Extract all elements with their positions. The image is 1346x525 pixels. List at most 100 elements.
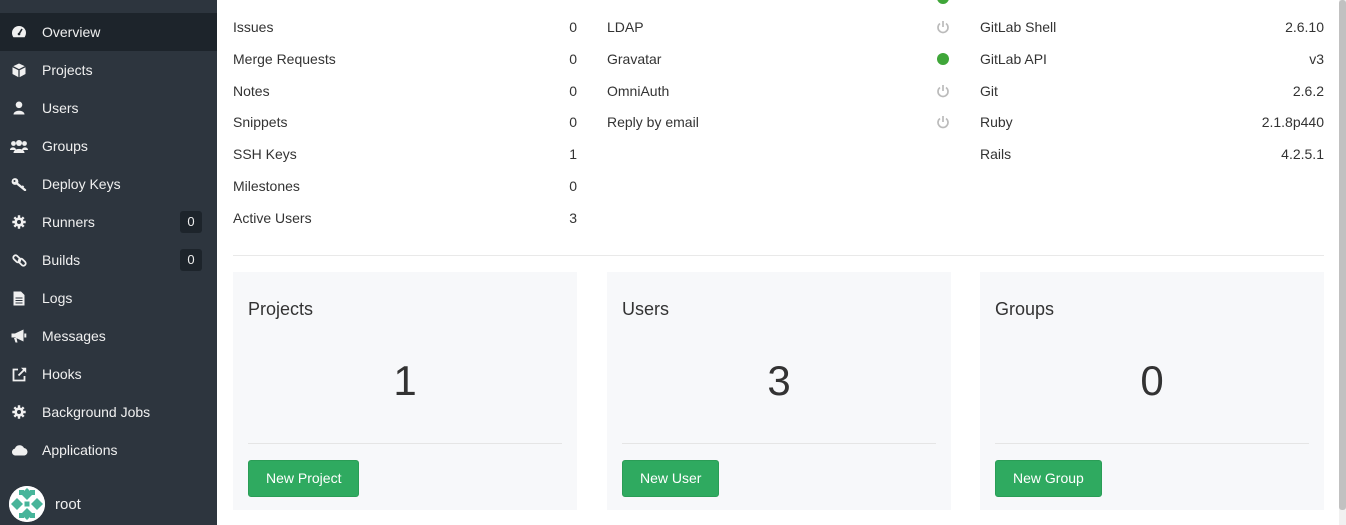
component-version: 2.6.2 [1292, 83, 1324, 99]
groups-count: 0 [1140, 357, 1164, 404]
users-icon [10, 138, 28, 154]
component-label: GitLab Shell [980, 19, 1057, 35]
new-project-button[interactable]: New Project [248, 460, 360, 497]
avatar [9, 486, 45, 522]
stat-row: Snippets 0 [233, 112, 577, 132]
link-icon [10, 252, 28, 268]
component-version: 2.6.10 [1285, 19, 1324, 35]
user-menu[interactable]: root [9, 486, 81, 522]
sidebar-item-logs[interactable]: Logs [0, 279, 217, 317]
vertical-scrollbar[interactable] [1339, 0, 1346, 525]
sidebar-item-hooks[interactable]: Hooks [0, 355, 217, 393]
sidebar-item-users[interactable]: Users [0, 89, 217, 127]
stat-row: Merge Requests 0 [233, 49, 577, 69]
component-label: Rails [980, 146, 1012, 162]
panel-title: Users [622, 299, 670, 319]
sidebar-item-messages[interactable]: Messages [0, 317, 217, 355]
component-row: GitLab API v3 [980, 49, 1324, 69]
component-row: Git 2.6.2 [980, 81, 1324, 101]
component-version: v3 [1309, 51, 1324, 67]
sidebar-item-groups[interactable]: Groups [0, 127, 217, 165]
sidebar-item-builds[interactable]: Builds 0 [0, 241, 217, 279]
main-content: Issues 0 Merge Requests 0 Notes 0 Snippets 0… [217, 0, 1339, 525]
feature-row: Gravatar [607, 49, 950, 69]
stat-label: Milestones [233, 178, 300, 194]
component-label: Ruby [980, 114, 1013, 130]
feature-row: OmniAuth [607, 81, 950, 101]
key-icon [10, 176, 28, 192]
users-panel: Users 3 New User [607, 272, 951, 510]
cog-icon [10, 404, 28, 420]
section-divider [233, 255, 1324, 256]
bullhorn-icon [10, 328, 28, 344]
sidebar-item-label: Background Jobs [42, 404, 151, 420]
feature-label: LDAP [607, 19, 644, 35]
sidebar-item-overview[interactable]: Overview [0, 13, 217, 51]
sidebar-item-label: Users [42, 100, 79, 116]
component-row: Ruby 2.1.8p440 [980, 112, 1324, 132]
power-off-icon [937, 116, 949, 129]
user-name: root [55, 495, 81, 513]
status-on-icon [937, 0, 949, 4]
builds-count-badge: 0 [180, 249, 202, 271]
stat-value: 0 [569, 114, 577, 130]
power-off-icon [937, 21, 949, 34]
new-group-button[interactable]: New Group [995, 460, 1102, 497]
status-on-icon [937, 53, 949, 65]
panel-divider [248, 443, 562, 444]
feature-row: LDAP [607, 17, 950, 37]
sidebar-item-applications[interactable]: Applications [0, 431, 217, 469]
users-count: 3 [767, 357, 791, 404]
feature-label: Reply by email [607, 114, 699, 130]
stat-value: 0 [569, 178, 577, 194]
sidebar-item-label: Runners [42, 214, 95, 230]
projects-panel: Projects 1 New Project [233, 272, 577, 510]
sidebar-item-label: Hooks [42, 366, 82, 382]
panel-title: Groups [995, 299, 1055, 319]
sidebar-item-label: Projects [42, 62, 93, 78]
component-label: Git [980, 83, 998, 99]
new-user-button[interactable]: New User [622, 460, 720, 497]
component-version: 2.1.8p440 [1261, 114, 1324, 130]
feature-label: Gravatar [607, 51, 662, 67]
sidebar-item-label: Messages [42, 328, 106, 344]
stat-value: 0 [569, 19, 577, 35]
stat-value: 0 [569, 51, 577, 67]
component-row: GitLab Shell 2.6.10 [980, 17, 1324, 37]
stat-label: Merge Requests [233, 51, 336, 67]
stat-value: 1 [569, 146, 577, 162]
stat-label: Issues [233, 19, 274, 35]
sidebar-item-projects[interactable]: Projects [0, 51, 217, 89]
file-text-icon [10, 290, 28, 306]
component-version: 4.2.5.1 [1281, 146, 1324, 162]
cube-icon [10, 62, 28, 78]
sidebar-item-label: Builds [42, 252, 81, 268]
component-label: GitLab API [980, 51, 1047, 67]
sidebar-item-runners[interactable]: Runners 0 [0, 203, 217, 241]
runners-count-badge: 0 [180, 211, 202, 233]
sidebar-item-background-jobs[interactable]: Background Jobs [0, 393, 217, 431]
stat-row: Active Users 3 [233, 208, 577, 228]
sidebar: Overview Projects Users Groups Deploy Ke… [0, 0, 217, 525]
stat-value: 3 [569, 210, 577, 226]
stat-row: Notes 0 [233, 81, 577, 101]
stat-row: SSH Keys 1 [233, 144, 577, 164]
panel-divider [995, 443, 1309, 444]
cog-icon [10, 214, 28, 230]
power-off-icon [937, 85, 949, 98]
stat-value: 0 [569, 83, 577, 99]
scrollbar-thumb[interactable] [1339, 0, 1346, 510]
stat-label: Active Users [233, 210, 312, 226]
user-icon [10, 100, 28, 116]
feature-row: Reply by email [607, 112, 950, 132]
sidebar-item-deploy-keys[interactable]: Deploy Keys [0, 165, 217, 203]
sidebar-item-label: Overview [42, 24, 101, 40]
sidebar-item-label: Deploy Keys [42, 176, 121, 192]
stat-label: Snippets [233, 114, 288, 130]
external-link-icon [10, 366, 28, 382]
stat-row: Milestones 0 [233, 176, 577, 196]
stat-label: Notes [233, 83, 270, 99]
sidebar-item-label: Applications [42, 442, 118, 458]
stat-label: SSH Keys [233, 146, 297, 162]
projects-count: 1 [393, 357, 417, 404]
